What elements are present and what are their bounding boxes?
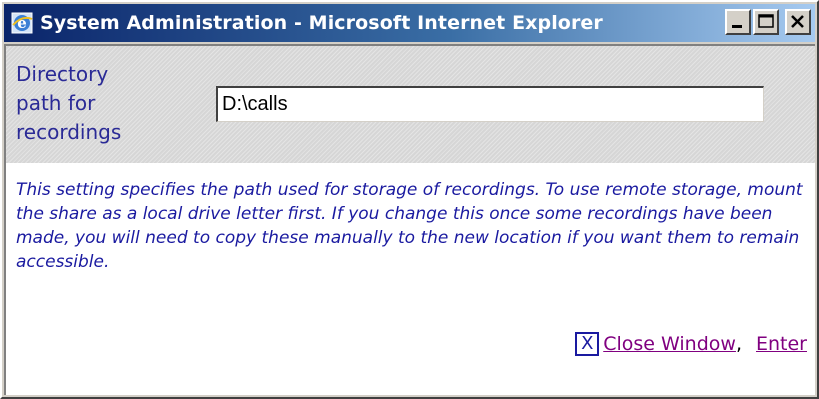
maximize-icon: [758, 14, 774, 28]
svg-text:e: e: [17, 14, 27, 32]
browser-window: e System Administration - Microsoft Inte…: [0, 0, 819, 399]
minimize-icon: [732, 25, 742, 28]
close-icon: [791, 15, 804, 28]
enter-link[interactable]: Enter: [756, 333, 807, 355]
close-window-link[interactable]: Close Window: [603, 333, 736, 355]
title-bar[interactable]: e System Administration - Microsoft Inte…: [4, 4, 815, 42]
directory-path-setting: Directory path for recordings: [6, 46, 815, 163]
window-actions: X Close Window , Enter: [575, 332, 807, 356]
close-button[interactable]: [785, 9, 811, 35]
maximize-button[interactable]: [753, 9, 779, 35]
minimize-button[interactable]: [725, 9, 751, 35]
setting-description: This setting specifies the path used for…: [16, 180, 803, 272]
internet-explorer-icon: e: [10, 11, 34, 35]
window-title: System Administration - Microsoft Intern…: [40, 12, 603, 34]
window-controls: [725, 9, 811, 35]
page-content: Directory path for recordings This setti…: [4, 44, 815, 395]
directory-path-label: Directory path for recordings: [16, 62, 122, 144]
directory-path-input[interactable]: [216, 86, 764, 122]
action-separator: ,: [735, 333, 742, 355]
x-box-icon[interactable]: X: [575, 332, 600, 356]
